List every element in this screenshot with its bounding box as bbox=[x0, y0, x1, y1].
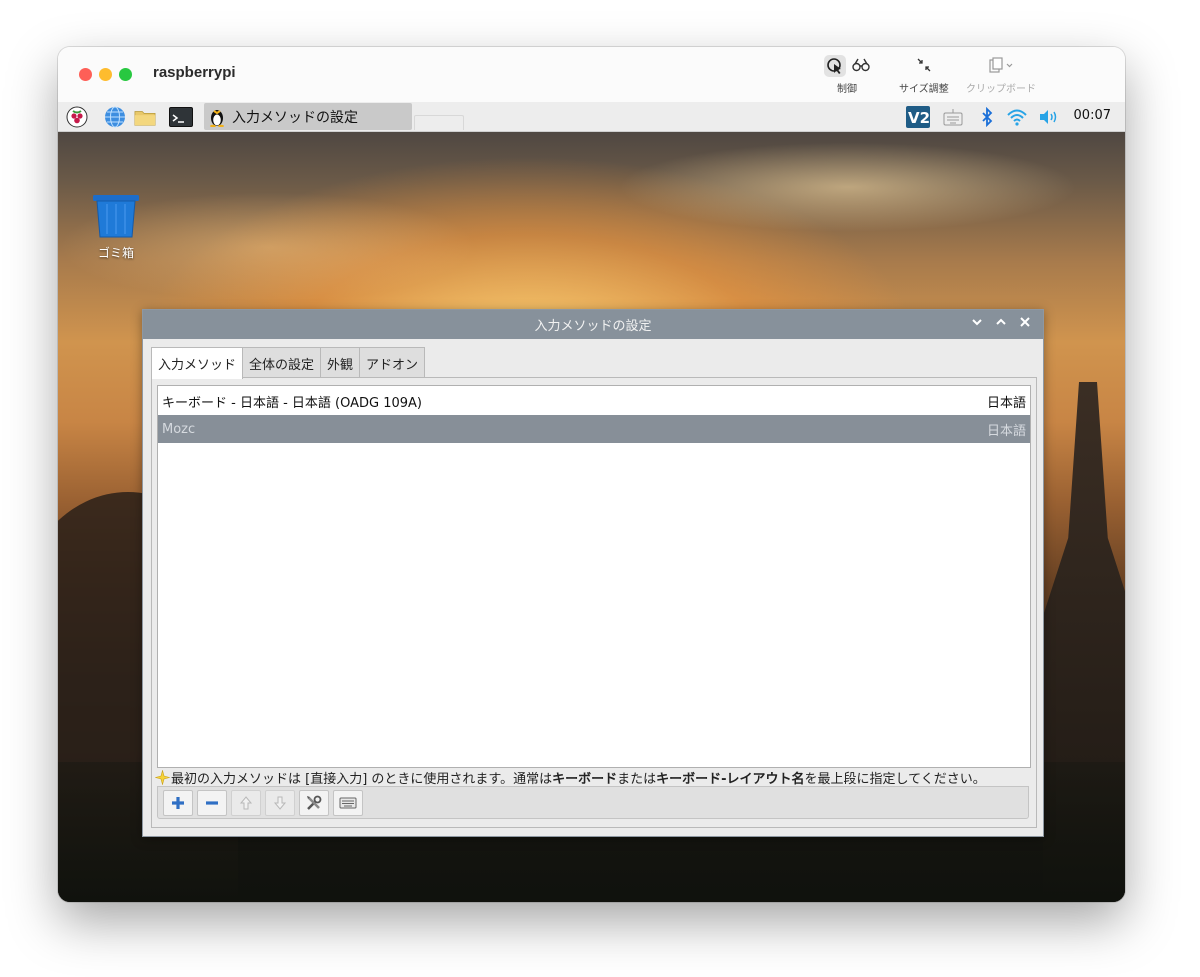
bluetooth-icon[interactable] bbox=[976, 106, 998, 128]
terminal-icon[interactable] bbox=[168, 106, 194, 128]
shrink-arrows-icon bbox=[916, 57, 932, 76]
window-titlebar: raspberrypi 制御 サイズ調整 クリップボード bbox=[58, 47, 1125, 103]
hint-text: 最初の入力メソッドは [直接入力] のときに使用されます。通常は キーボード ま… bbox=[155, 766, 1035, 788]
keyboard-icon[interactable] bbox=[942, 106, 964, 128]
pi-desktop: 入力メソッドの設定 V2 00:07 ゴミ箱 入力メソッドの設定 入力メソッド … bbox=[58, 102, 1125, 902]
clipboard-icon bbox=[988, 56, 1014, 76]
wallpaper-cloud bbox=[618, 142, 1078, 232]
dialog-titlebar[interactable]: 入力メソッドの設定 bbox=[143, 310, 1043, 339]
arrow-up-icon bbox=[239, 796, 253, 810]
input-method-language: 日本語 bbox=[986, 423, 1026, 439]
resize-label: サイズ調整 bbox=[899, 84, 949, 95]
control-label: 制御 bbox=[837, 84, 857, 95]
tux-penguin-icon bbox=[208, 107, 226, 127]
hint-bold-keyboard: キーボード bbox=[552, 771, 618, 787]
trash-desktop-icon[interactable]: ゴミ箱 bbox=[92, 194, 140, 261]
zoom-window-button[interactable] bbox=[119, 68, 132, 81]
input-method-language: 日本語 bbox=[986, 395, 1026, 411]
dialog-close-button[interactable] bbox=[1017, 316, 1033, 332]
hint-part-2: または bbox=[617, 771, 657, 787]
volume-icon[interactable] bbox=[1038, 106, 1060, 128]
taskbar-clock: 00:07 bbox=[1073, 108, 1111, 123]
tab-panel: キーボード - 日本語 - 日本語 (OADG 109A) 日本語 Mozc 日… bbox=[151, 377, 1037, 828]
raspberry-menu-icon[interactable] bbox=[66, 106, 88, 128]
list-item[interactable]: キーボード - 日本語 - 日本語 (OADG 109A) 日本語 bbox=[158, 387, 1030, 415]
arrow-down-icon bbox=[273, 796, 287, 810]
lxde-taskbar: 入力メソッドの設定 V2 00:07 bbox=[58, 102, 1125, 132]
minimize-window-button[interactable] bbox=[99, 68, 112, 81]
tab-input-method[interactable]: 入力メソッド bbox=[151, 347, 244, 379]
input-method-name: Mozc bbox=[162, 421, 196, 437]
wifi-icon[interactable] bbox=[1006, 106, 1028, 128]
taskbar-window-button[interactable]: 入力メソッドの設定 bbox=[204, 103, 412, 130]
tools-icon bbox=[307, 795, 322, 810]
window-title: raspberrypi bbox=[153, 64, 236, 81]
move-up-button[interactable] bbox=[231, 790, 261, 816]
svg-text:V2: V2 bbox=[908, 109, 930, 127]
control-tool[interactable]: 制御 bbox=[824, 55, 870, 95]
input-method-list[interactable]: キーボード - 日本語 - 日本語 (OADG 109A) 日本語 Mozc 日… bbox=[157, 385, 1031, 768]
plus-icon bbox=[172, 797, 184, 809]
chevron-up-icon bbox=[996, 318, 1006, 325]
close-window-button[interactable] bbox=[79, 68, 92, 81]
trash-can-icon bbox=[93, 195, 139, 238]
info-sparkle-icon bbox=[155, 769, 170, 785]
dialog-maximize-button[interactable] bbox=[993, 316, 1009, 332]
configure-button[interactable] bbox=[299, 790, 329, 816]
close-icon bbox=[1020, 317, 1030, 327]
tab-appearance[interactable]: 外観 bbox=[320, 347, 361, 378]
settings-tabs: 入力メソッド 全体の設定 外観 アドオン bbox=[151, 347, 426, 379]
file-manager-folder-icon[interactable] bbox=[134, 106, 156, 128]
resize-tool[interactable]: サイズ調整 bbox=[899, 55, 949, 95]
remove-button[interactable] bbox=[197, 790, 227, 816]
list-toolbar bbox=[157, 786, 1029, 819]
move-down-button[interactable] bbox=[265, 790, 295, 816]
tab-global-settings[interactable]: 全体の設定 bbox=[242, 347, 322, 378]
keyboard-layout-icon bbox=[339, 797, 357, 809]
clipboard-tool[interactable]: クリップボード bbox=[966, 55, 1036, 95]
clipboard-label: クリップボード bbox=[966, 84, 1036, 95]
tab-addons[interactable]: アドオン bbox=[359, 347, 426, 378]
trash-label: ゴミ箱 bbox=[97, 246, 134, 260]
taskbar-window-title: 入力メソッドの設定 bbox=[232, 109, 358, 126]
vnc-icon[interactable]: V2 bbox=[906, 106, 930, 128]
minus-icon bbox=[206, 801, 218, 805]
pointer-control-icon bbox=[824, 55, 846, 77]
hint-bold-layout: キーボード-レイアウト名 bbox=[656, 771, 805, 787]
binoculars-icon bbox=[852, 58, 870, 75]
browser-globe-icon[interactable] bbox=[104, 106, 126, 128]
input-method-settings-dialog: 入力メソッドの設定 入力メソッド 全体の設定 外観 アドオン キーボード - 日… bbox=[142, 309, 1044, 837]
hint-part-3: を最上段に指定してください。 bbox=[804, 771, 986, 787]
chevron-down-icon bbox=[972, 319, 982, 326]
dialog-title: 入力メソッドの設定 bbox=[534, 319, 652, 334]
list-item[interactable]: Mozc 日本語 bbox=[158, 415, 1030, 443]
dialog-minimize-button[interactable] bbox=[969, 316, 985, 332]
keyboard-layout-button[interactable] bbox=[333, 790, 363, 816]
hint-part-1: 最初の入力メソッドは [直接入力] のときに使用されます。通常は bbox=[171, 771, 553, 787]
taskbar-empty-slot[interactable] bbox=[414, 115, 464, 130]
remote-desktop-window: raspberrypi 制御 サイズ調整 クリップボード 入力メソッドの設定 V… bbox=[58, 47, 1125, 902]
input-method-name: キーボード - 日本語 - 日本語 (OADG 109A) bbox=[162, 395, 423, 411]
add-button[interactable] bbox=[163, 790, 193, 816]
